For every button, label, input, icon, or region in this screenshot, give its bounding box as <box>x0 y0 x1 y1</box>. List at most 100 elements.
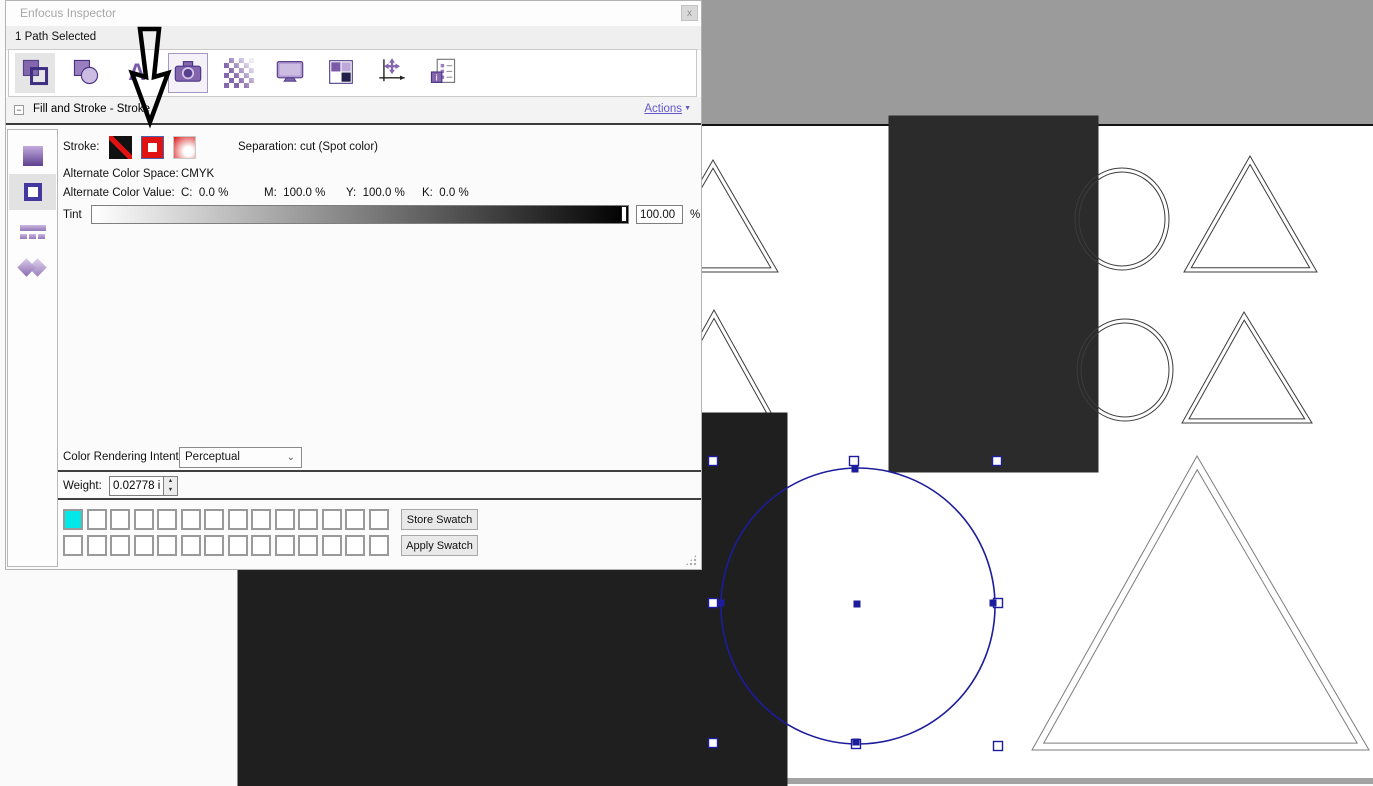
stroke-panel-sidebar <box>7 129 58 567</box>
swatch-cell[interactable] <box>274 535 295 556</box>
swatch-cell[interactable] <box>157 535 177 556</box>
chevron-down-icon: ▼ <box>684 105 691 112</box>
stroke-solid-color-swatch[interactable] <box>141 136 164 159</box>
cyan-component: C: 0.0 % <box>181 187 229 199</box>
store-swatch-button[interactable]: Store Swatch <box>401 509 478 530</box>
sidebar-item-dash-pattern[interactable] <box>9 214 56 250</box>
weight-stepper[interactable]: ▲ ▼ <box>163 476 178 496</box>
sidebar-item-fill[interactable] <box>9 138 56 174</box>
sidebar-item-transparency[interactable] <box>9 250 56 286</box>
chevron-down-icon: ⌄ <box>286 452 295 463</box>
divider <box>58 470 701 472</box>
stroke-icon <box>23 183 42 201</box>
swatch-cell[interactable] <box>133 535 154 556</box>
black-component: K: 0.0 % <box>422 187 469 199</box>
fill-stroke-icon <box>20 57 50 90</box>
fill-icon <box>22 146 43 166</box>
alt-color-space-label: Alternate Color Space: <box>63 168 179 180</box>
toolbar-screen-button[interactable] <box>270 53 310 93</box>
tint-slider-handle[interactable] <box>621 206 627 222</box>
swatch-row <box>63 509 389 530</box>
swatch-cell[interactable] <box>110 535 130 556</box>
swatch-row <box>63 535 389 556</box>
yellow-component: Y: 100.0 % <box>346 187 405 199</box>
toolbar-layout-grid-button[interactable] <box>321 53 361 93</box>
weight-input[interactable] <box>109 476 163 496</box>
title-bar[interactable]: Enfocus Inspector x <box>6 1 701 27</box>
tint-value-input[interactable] <box>636 205 683 224</box>
section-title: Fill and Stroke - Stroke <box>33 103 150 115</box>
toolbar-shapes-button[interactable] <box>66 53 106 93</box>
stroke-gradient-swatch[interactable] <box>173 136 196 159</box>
swatch-cell[interactable] <box>321 509 342 530</box>
layout-grid-icon <box>327 58 355 89</box>
svg-text:i: i <box>436 72 438 82</box>
close-button[interactable]: x <box>681 5 698 21</box>
swatch-cell[interactable] <box>368 509 389 530</box>
transparency-icon <box>16 257 48 279</box>
toolbar-text-button[interactable]: A <box>117 53 157 93</box>
swatch-cell[interactable] <box>345 509 365 530</box>
enfocus-inspector-window: Enfocus Inspector x 1 Path Selected A i … <box>5 0 702 570</box>
spin-down-icon[interactable]: ▼ <box>164 486 177 495</box>
collapse-toggle[interactable]: − <box>14 105 24 115</box>
swatch-cell[interactable] <box>298 535 318 556</box>
weight-label: Weight: <box>63 480 102 492</box>
tint-slider[interactable] <box>91 205 629 224</box>
toolbar-position-button[interactable] <box>372 53 412 93</box>
swatch-cell[interactable] <box>298 509 318 530</box>
swatch-cell[interactable] <box>204 509 224 530</box>
inspector-toolbar: A i <box>8 49 697 97</box>
swatch-cell[interactable] <box>86 535 107 556</box>
text-icon: A <box>122 57 152 90</box>
swatch-cell[interactable] <box>321 535 342 556</box>
swatch-cell[interactable] <box>180 509 201 530</box>
weight-control: ▲ ▼ <box>109 476 178 496</box>
resize-grip[interactable] <box>685 554 697 566</box>
selection-status: 1 Path Selected <box>6 26 701 50</box>
apply-swatch-button[interactable]: Apply Swatch <box>401 535 478 556</box>
swatch-cell[interactable] <box>133 509 154 530</box>
alt-color-space-value: CMYK <box>181 168 215 180</box>
tint-label: Tint <box>63 209 82 221</box>
toolbar-image-button[interactable] <box>168 53 208 93</box>
prepress-icon: i <box>428 57 458 90</box>
swatch-cell[interactable] <box>368 535 389 556</box>
image-icon <box>173 57 203 90</box>
swatch-cell[interactable] <box>227 509 248 530</box>
rendering-intent-select[interactable]: Perceptual ⌄ <box>179 447 302 468</box>
shapes-icon <box>71 57 101 90</box>
toolbar-fill-stroke-button[interactable] <box>15 53 55 93</box>
spin-up-icon[interactable]: ▲ <box>164 477 177 486</box>
swatch-cell[interactable] <box>63 535 83 556</box>
swatch-cell[interactable] <box>274 509 295 530</box>
separation-value: Separation: cut (Spot color) <box>238 141 378 153</box>
stroke-none-swatch[interactable] <box>109 136 132 159</box>
sidebar-item-stroke[interactable] <box>9 174 56 210</box>
swatch-cell[interactable] <box>180 535 201 556</box>
toolbar-pattern-button[interactable] <box>219 53 259 93</box>
screen-icon <box>275 57 305 90</box>
section-divider <box>6 123 701 125</box>
window-title: Enfocus Inspector <box>20 6 117 20</box>
swatch-cell[interactable] <box>251 535 271 556</box>
swatch-cell[interactable] <box>251 509 271 530</box>
swatch-cell[interactable] <box>86 509 107 530</box>
svg-text:A: A <box>128 59 146 86</box>
toolbar-prepress-button[interactable]: i <box>423 53 463 93</box>
stroke-label: Stroke: <box>63 141 100 153</box>
swatch-cell[interactable] <box>345 535 365 556</box>
alt-color-value-label: Alternate Color Value: <box>63 187 175 199</box>
divider <box>58 498 701 500</box>
swatch-cell[interactable] <box>157 509 177 530</box>
swatch-cell[interactable] <box>110 509 130 530</box>
tint-unit: % <box>690 209 701 221</box>
actions-menu[interactable]: Actions ▼ <box>644 103 691 115</box>
swatch-cell[interactable] <box>227 535 248 556</box>
pattern-icon <box>224 58 254 88</box>
swatch-cell[interactable] <box>204 535 224 556</box>
magenta-component: M: 100.0 % <box>264 187 326 199</box>
section-header: − Fill and Stroke - Stroke Actions ▼ <box>6 97 701 123</box>
rendering-intent-value: Perceptual <box>185 451 240 463</box>
swatch-cell[interactable] <box>63 509 83 530</box>
